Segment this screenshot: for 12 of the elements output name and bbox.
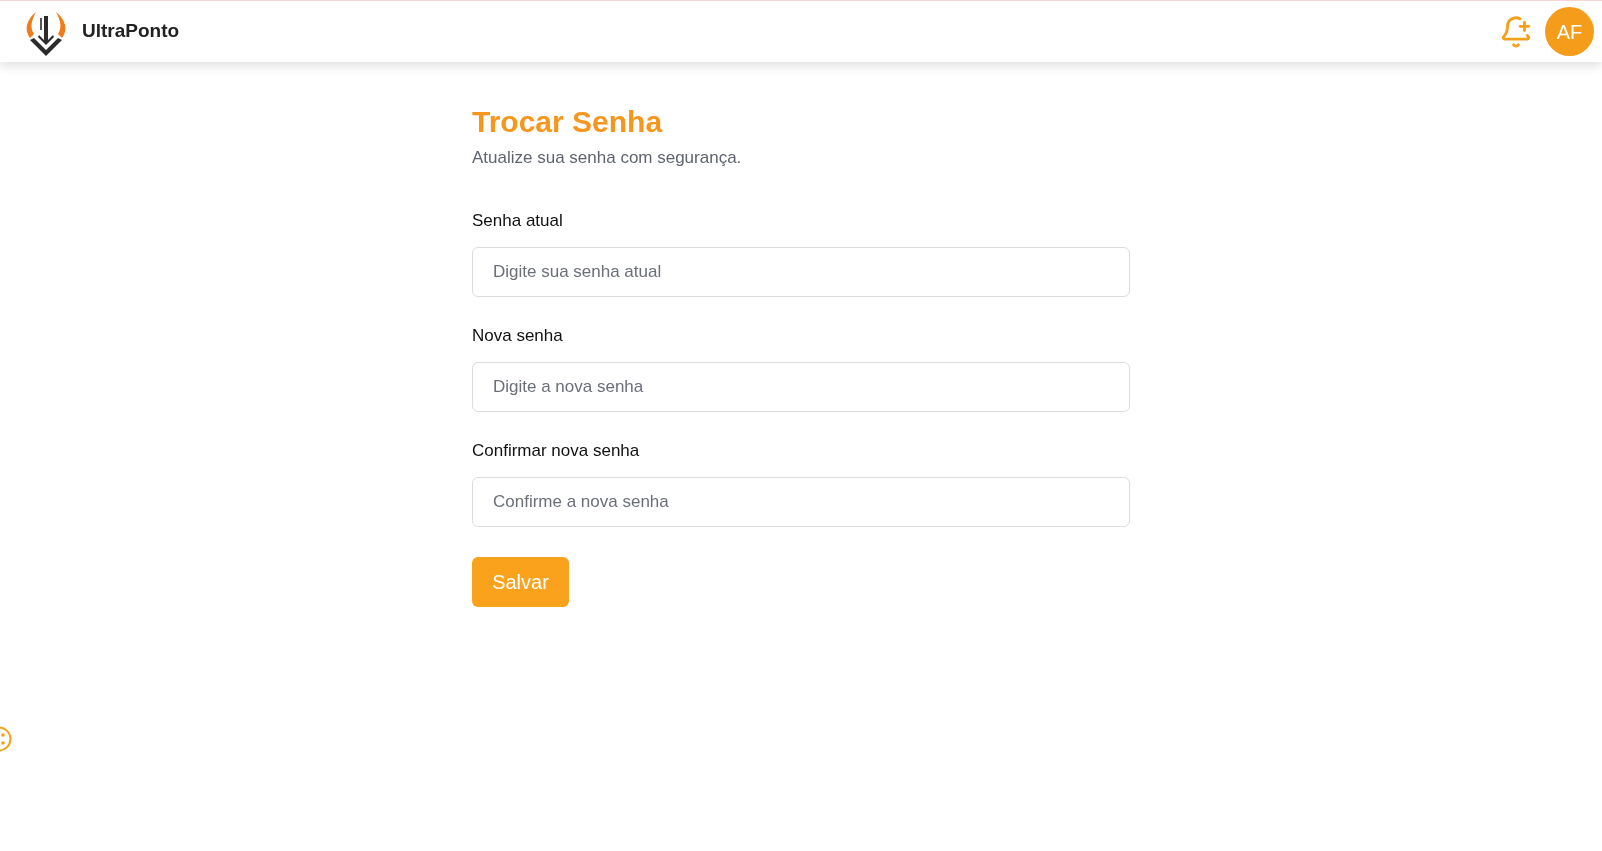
save-button[interactable]: Salvar — [472, 557, 569, 607]
brand-name: UltraPonto — [82, 19, 180, 44]
password-field[interactable]: Confirme a nova senha — [472, 477, 1130, 527]
user-avatar[interactable]: AF — [1545, 7, 1594, 56]
page-title: Trocar Senha — [472, 104, 664, 140]
field-label: Senha atual — [472, 210, 564, 232]
password-field[interactable]: Digite sua senha atual — [472, 247, 1130, 297]
field-label: Confirmar nova senha — [472, 440, 641, 462]
password-field[interactable]: Digite a nova senha — [472, 362, 1130, 412]
page-subtitle: Atualize sua senha com segurança. — [472, 147, 743, 169]
field-label: Nova senha — [472, 325, 564, 347]
notification-bell-icon[interactable] — [1499, 14, 1533, 49]
